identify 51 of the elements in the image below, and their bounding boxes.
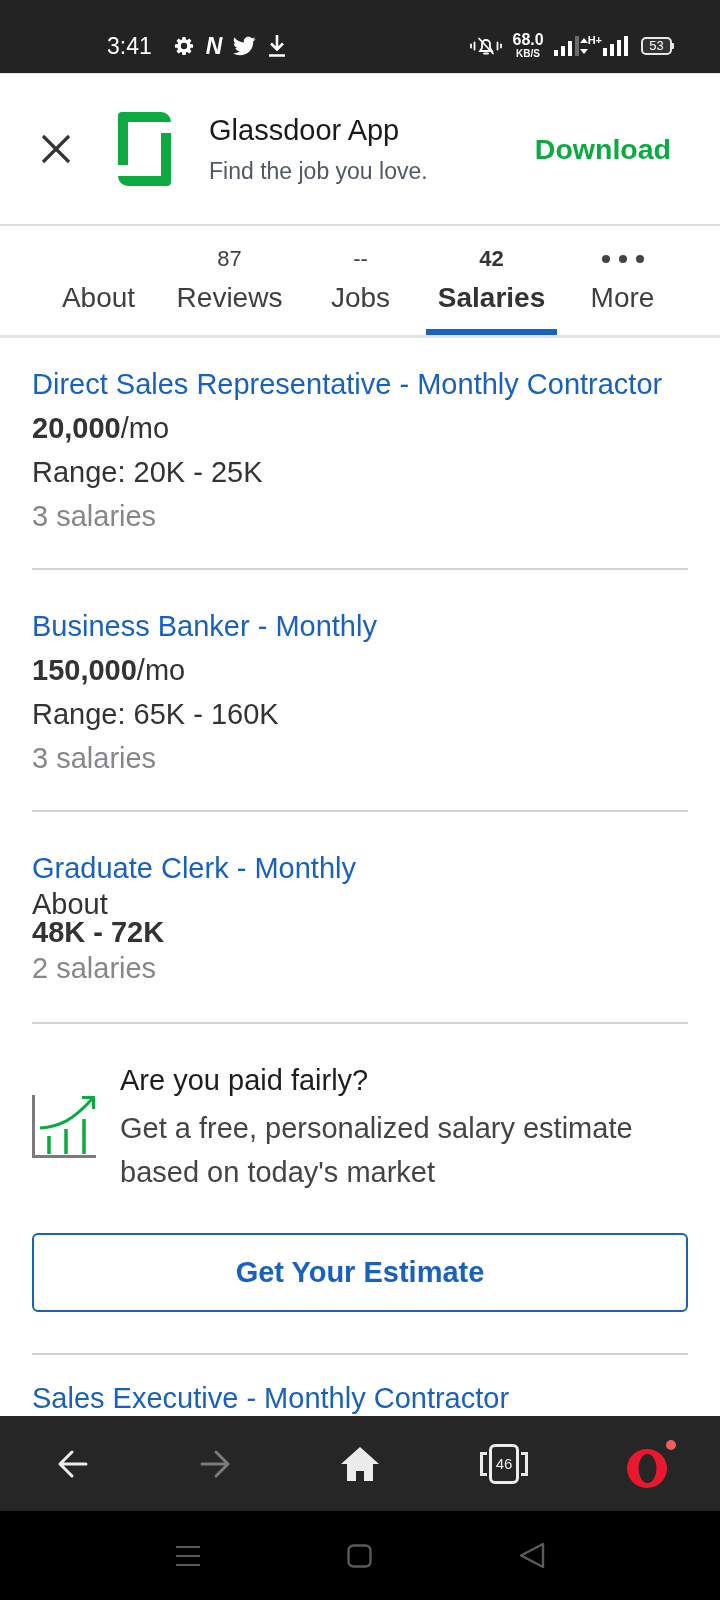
status-time: 3:41 <box>107 31 152 60</box>
estimate-label: About <box>32 890 108 918</box>
close-button[interactable] <box>41 134 71 164</box>
salary-amount: 20,000/mo <box>32 411 170 446</box>
data-arrows-icon <box>579 37 588 54</box>
more-dots-icon <box>601 255 644 263</box>
salary-count: 3 salaries <box>32 741 157 776</box>
job-title-link[interactable]: Direct Sales Representative - Monthly Contractor <box>32 362 663 406</box>
square-icon[interactable] <box>346 1543 372 1568</box>
network-speed: 68.0 <box>512 32 544 48</box>
tab[interactable]: About <box>33 226 164 335</box>
salary-range: 48K - 72K <box>32 918 165 946</box>
gear-icon <box>173 35 194 56</box>
ring-logo-icon <box>626 1448 668 1488</box>
get-estimate-button[interactable]: Get Your Estimate <box>32 1233 688 1312</box>
salary-count: 3 salaries <box>32 499 157 534</box>
bell-slash-icon <box>470 36 503 55</box>
download-icon <box>268 34 287 57</box>
job-title-link[interactable]: Sales Executive - Monthly Contractor <box>32 1382 510 1414</box>
app-letter-icon: N <box>205 34 223 57</box>
salary-range: Range: 65K - 160K <box>32 697 279 732</box>
job-title-link[interactable]: Graduate Clerk - Monthly <box>32 846 356 890</box>
signal-icon <box>603 35 629 56</box>
app-tagline: Find the job you love. <box>209 157 428 185</box>
home-icon <box>340 1446 380 1481</box>
salary-count: 2 salaries <box>32 951 157 986</box>
job-title-link[interactable]: Business Banker - Monthly <box>32 604 377 648</box>
logo-icon <box>118 112 171 186</box>
menu-button[interactable] <box>626 1439 676 1488</box>
bird-icon <box>233 35 257 56</box>
app-name: Glassdoor App <box>209 113 400 147</box>
tab[interactable]: More <box>557 226 688 335</box>
salary-amount: 150,000/mo <box>32 653 186 688</box>
back-button[interactable] <box>56 1448 88 1479</box>
network-type-label: H+ <box>587 34 602 46</box>
close-icon <box>41 134 71 164</box>
arrow-right-icon <box>200 1448 232 1479</box>
promo-title: Are you paid fairly? <box>120 1063 369 1098</box>
salary-range: Range: 20K - 25K <box>32 455 263 490</box>
menu-icon[interactable] <box>175 1544 200 1567</box>
arrow-left-icon <box>56 1448 88 1479</box>
tab[interactable]: 87 Reviews <box>164 226 295 335</box>
tab[interactable]: -- Jobs <box>295 226 426 335</box>
growth-chart-icon <box>32 1095 96 1158</box>
tabs-button[interactable]: 46 <box>480 1443 528 1484</box>
signal-icon <box>553 35 580 56</box>
speed-unit: KB/S <box>516 49 540 59</box>
home-button[interactable] <box>340 1446 380 1481</box>
back-triangle-icon[interactable] <box>518 1542 545 1569</box>
battery-indicator: 53 <box>641 36 674 55</box>
promo-text: Get a free, personalized salary estimate based on today's market <box>120 1111 634 1190</box>
